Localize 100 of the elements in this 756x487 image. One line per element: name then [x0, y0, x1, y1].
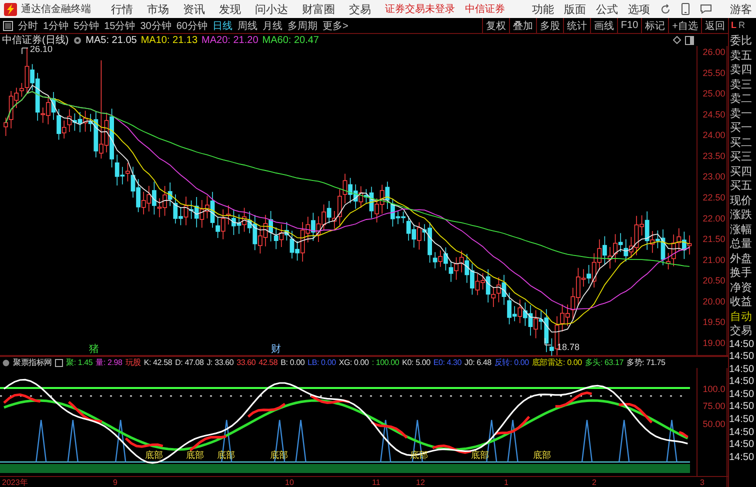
period-tab[interactable]: 60分钟: [176, 18, 208, 32]
indicator-value: J0: 6.48: [464, 358, 492, 367]
indicator-value: : 100.00: [372, 358, 400, 367]
quote-field-label: 买四: [729, 164, 753, 179]
period-tab[interactable]: 15分钟: [104, 18, 136, 32]
moving-average-label: MA5: 21.05: [86, 34, 137, 46]
high-price-label: 26.10: [30, 46, 53, 54]
indicator-value: K: 42.58: [144, 358, 172, 367]
quote-field-label: 换手: [729, 266, 753, 280]
panel-switch[interactable]: R: [738, 20, 745, 31]
menu-item[interactable]: 功能: [532, 2, 554, 16]
menu-item[interactable]: 发现: [219, 2, 241, 16]
period-tab[interactable]: 分时: [18, 18, 38, 32]
panel-toggle-icon[interactable]: [3, 20, 13, 30]
menu-item[interactable]: 财富圈: [302, 2, 335, 16]
menu-item[interactable]: 行情: [111, 2, 133, 16]
panel-switch[interactable]: L: [731, 20, 736, 31]
period-tab[interactable]: 5分钟: [74, 18, 100, 32]
quote-field-label: 涨幅: [729, 222, 753, 237]
low-marker-icon: [544, 338, 552, 346]
indicator-value: B: 0.00: [280, 358, 305, 367]
diamond-icon[interactable]: [673, 36, 681, 44]
quote-field-label: 买二: [729, 136, 753, 150]
toolbar-button[interactable]: 画线: [590, 18, 617, 33]
toolbar-button[interactable]: +自选: [668, 18, 701, 33]
indicator-value: 33.60: [236, 358, 256, 367]
quote-field-label: 收益: [729, 295, 753, 310]
quote-field-label: 外盘: [729, 252, 753, 266]
quote-field-label: 卖三: [729, 78, 753, 92]
price-axis-label: 26.00: [702, 47, 726, 57]
price-axis-label: 25.00: [702, 88, 726, 99]
quote-field-label: 净资: [729, 280, 753, 295]
period-tab[interactable]: 周线: [238, 18, 258, 32]
period-tab[interactable]: 日线: [212, 18, 232, 32]
menu-item[interactable]: 问小达: [255, 2, 288, 16]
indicator-value: 多头: 63.17: [584, 357, 624, 368]
moving-average-label: MA20: 21.20: [202, 34, 258, 46]
price-axis-label: 22.00: [702, 213, 726, 224]
menu-item[interactable]: 公式: [596, 2, 618, 16]
trade-time: 14:50: [729, 426, 756, 440]
indicator-axis-label: 100.0: [702, 384, 726, 394]
price-axis-label: 20.50: [702, 276, 726, 286]
period-tab[interactable]: 30分钟: [140, 18, 172, 32]
settings-icon[interactable]: [72, 36, 82, 44]
period-tab[interactable]: 多周期: [288, 18, 318, 32]
trade-time: 14:50: [729, 376, 756, 389]
moving-average-label: MA60: 20.47: [262, 34, 319, 46]
high-marker-icon: [22, 48, 28, 54]
login-status[interactable]: 证券交易未登录: [385, 2, 455, 16]
indicator-name[interactable]: 聚票指标网: [13, 357, 52, 368]
indicator-value: 多势: 71.75: [626, 357, 666, 368]
date-axis-label: 9: [113, 478, 118, 487]
user-name[interactable]: 游客: [730, 2, 752, 16]
menu-item[interactable]: 选项: [628, 2, 650, 16]
app-title: 通达信金融终端: [21, 2, 91, 16]
period-tab[interactable]: 更多>: [322, 18, 348, 32]
low-price-label: 18.78: [557, 342, 580, 352]
toolbar-button[interactable]: 多股: [536, 18, 563, 33]
indicator-value: 量: 2.98: [96, 357, 122, 368]
quote-field-label: 买一: [729, 121, 753, 136]
quote-field-label: 卖二: [729, 92, 753, 106]
trade-time: 14:50: [729, 414, 756, 427]
settings-icon[interactable]: [2, 358, 10, 366]
price-axis-label: 24.00: [702, 130, 726, 140]
trade-time: 14:50: [729, 452, 756, 464]
price-axis-label: 19.50: [702, 317, 726, 328]
broker-name[interactable]: 中信证券: [465, 2, 505, 16]
signal-label: 底部: [145, 450, 163, 460]
date-axis-label: 10: [285, 478, 294, 487]
toolbar-button[interactable]: 统计: [562, 18, 590, 33]
price-axis-label: 24.50: [702, 109, 726, 120]
trade-time: 14:50: [729, 338, 756, 352]
refresh-icon[interactable]: [660, 4, 671, 14]
phone-icon[interactable]: [681, 3, 690, 15]
toolbar-button[interactable]: 复权: [482, 18, 509, 33]
indicator-value: E0: 4.30: [433, 358, 462, 367]
period-tab[interactable]: 1分钟: [43, 18, 69, 32]
menu-item[interactable]: 市场: [147, 2, 169, 16]
logo-icon: [4, 2, 17, 16]
price-axis-label: 21.50: [702, 234, 726, 244]
period-tab[interactable]: 月线: [262, 18, 282, 32]
window-icon[interactable]: [55, 358, 64, 366]
trade-time: 14:50: [729, 439, 756, 452]
quote-field-label: 委比: [729, 34, 753, 48]
date-axis-label: 1: [504, 478, 508, 487]
price-axis-label: 22.50: [702, 192, 726, 202]
trade-time: 14:50: [729, 364, 756, 376]
menu-item[interactable]: 资讯: [183, 2, 205, 16]
trade-time: 14:50: [729, 351, 756, 364]
moving-average-label: MA10: 21.13: [140, 34, 198, 46]
message-icon[interactable]: [700, 4, 712, 14]
menu-item[interactable]: 版面: [564, 2, 586, 16]
price-axis-label: 19.00: [702, 338, 726, 348]
stock-title: 中信证券(日线): [2, 34, 69, 46]
event-marker[interactable]: 猪: [89, 344, 99, 355]
layout-icon[interactable]: [685, 36, 694, 44]
price-axis-label: 21.00: [702, 254, 726, 265]
quote-field-label: 现价: [729, 194, 753, 208]
event-marker[interactable]: 财: [271, 344, 281, 355]
menu-item[interactable]: 交易: [349, 2, 371, 16]
